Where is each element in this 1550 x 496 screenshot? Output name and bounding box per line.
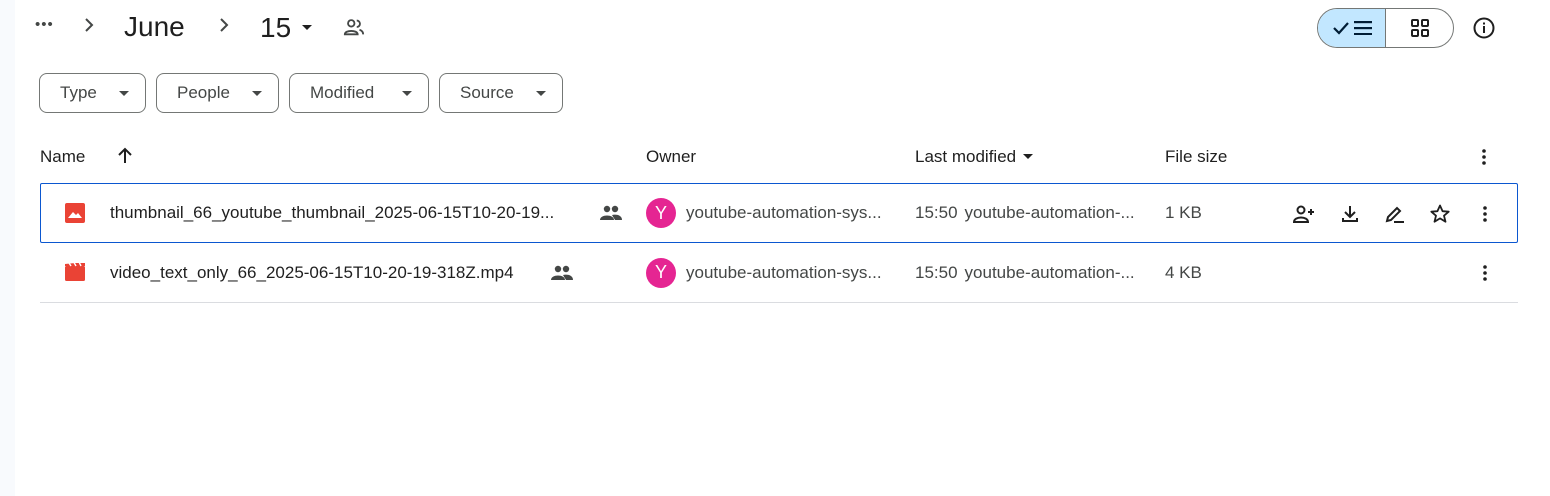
list-icon — [1353, 21, 1372, 35]
filter-source[interactable]: Source — [439, 73, 563, 113]
column-header-last-modified[interactable]: Last modified — [915, 147, 1034, 167]
star-icon[interactable] — [1428, 202, 1452, 226]
filter-source-label: Source — [460, 83, 514, 102]
download-icon[interactable] — [1338, 202, 1362, 226]
modified-by: youtube-automation-... — [964, 203, 1135, 222]
filter-modified[interactable]: Modified — [289, 73, 429, 113]
column-header-owner[interactable]: Owner — [646, 147, 696, 167]
caret-down-icon — [119, 91, 129, 96]
more-breadcrumbs-button[interactable]: ••• — [35, 16, 54, 33]
file-size: 4 KB — [1165, 262, 1202, 282]
info-icon[interactable] — [1473, 17, 1495, 39]
file-row[interactable]: video_text_only_66_2025-06-15T10-20-19-3… — [40, 243, 1518, 303]
shared-folder-icon — [343, 17, 365, 37]
filter-modified-label: Modified — [310, 83, 375, 102]
modified-cell: 15:50 youtube-automation-... — [915, 243, 1155, 302]
image-file-icon — [65, 203, 85, 223]
file-name: thumbnail_66_youtube_thumbnail_2025-06-1… — [110, 203, 555, 222]
file-row[interactable]: thumbnail_66_youtube_thumbnail_2025-06-1… — [40, 183, 1518, 243]
view-toggle — [1317, 8, 1454, 48]
more-options-icon[interactable] — [1473, 261, 1497, 285]
share-add-person-icon[interactable] — [1292, 202, 1316, 226]
modified-cell: 15:50 youtube-automation-... — [915, 184, 1155, 242]
column-header-name[interactable]: Name — [40, 147, 85, 167]
owner-name: youtube-automation-sys... — [686, 262, 882, 282]
file-name: video_text_only_66_2025-06-15T10-20-19-3… — [110, 262, 514, 282]
grid-icon — [1410, 19, 1429, 37]
caret-down-icon — [402, 91, 412, 96]
current-folder-label: 15 — [260, 12, 292, 43]
rename-pencil-icon[interactable] — [1383, 202, 1407, 226]
filter-type[interactable]: Type — [39, 73, 146, 113]
modified-by: youtube-automation-... — [964, 262, 1135, 282]
avatar: Y — [646, 198, 676, 228]
more-options-icon[interactable] — [1473, 202, 1497, 226]
sort-ascending-icon[interactable] — [117, 147, 133, 165]
caret-down-icon — [252, 91, 262, 96]
caret-down-icon — [301, 24, 313, 32]
filter-people-label: People — [177, 83, 230, 102]
owner-cell: Y youtube-automation-sys... — [646, 184, 901, 242]
caret-down-icon — [536, 91, 546, 96]
check-icon — [1332, 21, 1350, 35]
list-view-button[interactable] — [1318, 9, 1386, 47]
more-options-icon[interactable] — [1482, 149, 1486, 165]
chevron-right-icon — [84, 17, 94, 33]
owner-name: youtube-automation-sys... — [686, 203, 882, 222]
column-header-file-size[interactable]: File size — [1165, 147, 1227, 167]
shared-icon — [551, 265, 573, 281]
modified-time: 15:50 — [915, 262, 958, 282]
filter-people[interactable]: People — [156, 73, 279, 113]
filter-type-label: Type — [60, 83, 97, 102]
grid-view-button[interactable] — [1386, 9, 1453, 47]
column-header-last-modified-label: Last modified — [915, 147, 1017, 166]
owner-cell: Y youtube-automation-sys... — [646, 243, 901, 302]
breadcrumb-item-june[interactable]: June — [124, 13, 185, 41]
chevron-right-icon — [219, 17, 229, 33]
avatar: Y — [646, 257, 676, 288]
file-size: 1 KB — [1165, 203, 1202, 222]
video-file-icon — [65, 263, 85, 281]
current-folder-button[interactable]: 15 — [260, 13, 313, 43]
caret-down-icon — [1022, 153, 1034, 161]
modified-time: 15:50 — [915, 203, 958, 222]
breadcrumb: ••• June 15 — [0, 0, 400, 56]
shared-icon — [600, 205, 622, 221]
